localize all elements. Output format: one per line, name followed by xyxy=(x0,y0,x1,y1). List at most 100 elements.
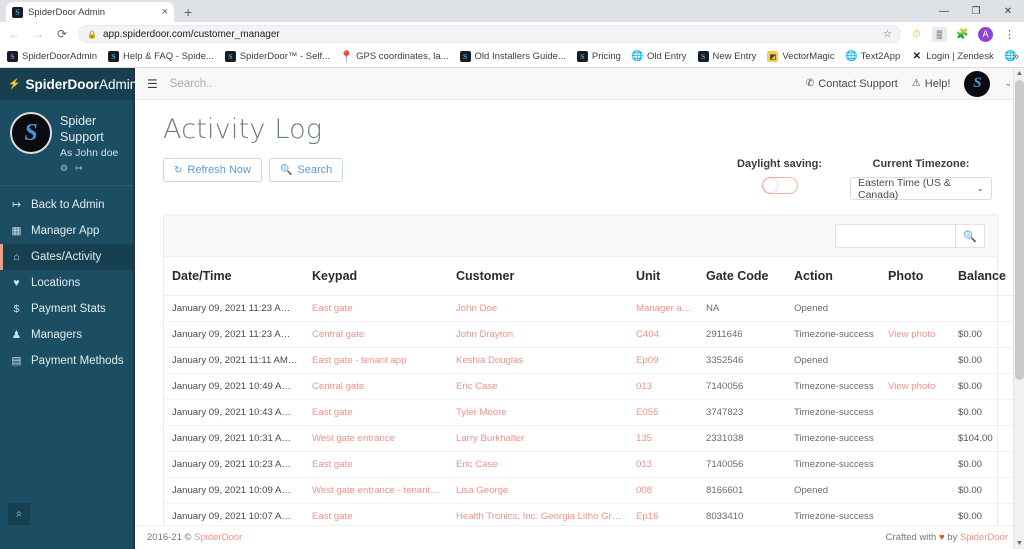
cell-customer[interactable]: John Drayton xyxy=(448,321,628,348)
column-header-action[interactable]: Action xyxy=(786,257,880,296)
address-bar[interactable]: 🔒 app.spiderdoor.com/customer_manager ☆ xyxy=(78,25,901,43)
header-avatar[interactable]: S xyxy=(964,70,991,97)
cell-photo[interactable] xyxy=(880,347,950,374)
qr-extension-icon[interactable]: ▒ xyxy=(932,26,947,42)
cell-keypad[interactable]: East gate xyxy=(304,295,448,322)
cell-unit[interactable]: 135 xyxy=(628,425,698,452)
bookmark-item[interactable]: S Help & FAQ - Spide... xyxy=(107,51,214,62)
table-row[interactable]: January 09, 2021 10:07 AM EST East gate … xyxy=(164,503,1016,525)
logout-icon[interactable]: ↦ xyxy=(75,163,83,174)
cell-unit[interactable]: Ep09 xyxy=(628,347,698,374)
footer-brand-link[interactable]: SpiderDoor xyxy=(194,532,242,543)
cell-unit[interactable]: 013 xyxy=(628,373,698,400)
bookmark-item[interactable]: S SpiderDoorAdmin xyxy=(7,51,97,62)
bookmarks-overflow-icon[interactable]: » xyxy=(1013,51,1019,63)
sidebar-item-locations[interactable]: ♥ Locations xyxy=(0,270,133,296)
cell-customer[interactable]: Tyler Moore xyxy=(448,399,628,426)
gear-icon[interactable]: ⚙ xyxy=(60,163,68,174)
table-row[interactable]: January 09, 2021 10:31 AM EST West gate … xyxy=(164,425,1016,452)
bookmark-item[interactable]: 📍 GPS coordinates, la... xyxy=(340,51,449,63)
bookmark-item[interactable]: 🌐 Old Entry xyxy=(631,51,686,62)
bookmark-star-icon[interactable]: ☆ xyxy=(883,29,892,40)
cell-photo[interactable] xyxy=(880,451,950,478)
cell-customer[interactable]: Keshia Douglas xyxy=(448,347,628,374)
contact-support-link[interactable]: ✆ Contact Support xyxy=(806,78,898,90)
browser-menu-icon[interactable]: ⋮ xyxy=(1001,28,1018,41)
cell-photo[interactable]: View photo xyxy=(880,373,950,400)
column-header-unit[interactable]: Unit xyxy=(628,257,698,296)
column-header-customer[interactable]: Customer xyxy=(448,257,628,296)
bookmark-item[interactable]: ✕ Login | Zendesk xyxy=(911,51,994,62)
sidebar-item-payment-stats[interactable]: $ Payment Stats xyxy=(0,296,133,322)
cell-unit[interactable]: 013 xyxy=(628,451,698,478)
column-header-photo[interactable]: Photo xyxy=(880,257,950,296)
browser-profile-avatar[interactable]: A xyxy=(978,26,993,42)
daylight-saving-toggle[interactable] xyxy=(761,177,798,194)
app-brand[interactable]: ⚡ SpiderDoorAdmin xyxy=(0,68,137,100)
scroll-up-arrow-icon[interactable]: ▲ xyxy=(1014,68,1024,79)
clock-extension-icon[interactable]: ⏱ xyxy=(909,27,924,42)
sidebar-item-manager-app[interactable]: ▦ Manager App xyxy=(0,218,133,244)
table-row[interactable]: January 09, 2021 10:09 AM EST West gate … xyxy=(164,477,1016,504)
table-row[interactable]: January 09, 2021 10:49 AM EST Central ga… xyxy=(164,373,1016,400)
back-icon[interactable]: ← xyxy=(6,27,22,41)
scroll-to-top-button[interactable]: « xyxy=(8,503,30,525)
close-window-icon[interactable]: ✕ xyxy=(992,0,1024,22)
close-tab-icon[interactable]: × xyxy=(162,6,168,18)
cell-keypad[interactable]: West gate entrance - tenant app xyxy=(304,477,448,504)
cell-customer[interactable]: Larry Burkhalter xyxy=(448,425,628,452)
cell-customer[interactable]: Eric Case xyxy=(448,451,628,478)
cell-photo[interactable]: View photo xyxy=(880,321,950,348)
cell-unit[interactable]: 008 xyxy=(628,477,698,504)
bookmark-item[interactable]: ◩ VectorMagic xyxy=(767,51,835,62)
header-search-input[interactable]: Search.. xyxy=(170,78,794,90)
timezone-select[interactable]: Eastern Time (US & Canada) ⌄ xyxy=(850,177,992,201)
cell-customer[interactable]: Eric Case xyxy=(448,373,628,400)
cell-photo[interactable] xyxy=(880,503,950,525)
minimize-icon[interactable]: — xyxy=(928,0,960,22)
table-row[interactable]: January 09, 2021 11:23 AM EST East gate … xyxy=(164,295,1016,322)
cell-keypad[interactable]: Central gate xyxy=(304,321,448,348)
sidebar-item-payment-methods[interactable]: ▤ Payment Methods xyxy=(0,348,133,374)
search-button[interactable]: 🔍 Search xyxy=(268,158,344,182)
cell-keypad[interactable]: East gate - tenant app xyxy=(304,347,448,374)
cell-keypad[interactable]: West gate entrance xyxy=(304,425,448,452)
cell-photo[interactable] xyxy=(880,477,950,504)
scrollbar-thumb[interactable] xyxy=(1015,80,1024,380)
refresh-now-button[interactable]: ↻ Refresh Now xyxy=(163,158,262,182)
maximize-icon[interactable]: ❐ xyxy=(960,0,992,22)
help-link[interactable]: ⚠ Help! xyxy=(912,78,951,90)
bookmark-item[interactable]: S New Entry xyxy=(697,51,756,62)
cell-customer[interactable]: Health Tronics, Inc. Georgia Litho Group xyxy=(448,503,628,525)
bookmark-item[interactable]: S Pricing xyxy=(576,51,621,62)
cell-keypad[interactable]: East gate xyxy=(304,399,448,426)
cell-keypad[interactable]: Central gate xyxy=(304,373,448,400)
cell-customer[interactable]: John Doe xyxy=(448,295,628,322)
hamburger-icon[interactable]: ☰ xyxy=(147,77,158,91)
cell-customer[interactable]: Lisa George xyxy=(448,477,628,504)
table-search-input[interactable] xyxy=(835,224,955,248)
cell-unit[interactable]: Ep16 xyxy=(628,503,698,525)
table-row[interactable]: January 09, 2021 10:43 AM EST East gate … xyxy=(164,399,1016,426)
cell-unit[interactable]: Manager app xyxy=(628,295,698,322)
footer-brand-link-right[interactable]: SpiderDoor xyxy=(960,532,1008,543)
cell-unit[interactable]: C404 xyxy=(628,321,698,348)
sidebar-item-managers[interactable]: ♟ Managers xyxy=(0,322,133,348)
forward-icon[interactable]: → xyxy=(30,27,46,41)
table-search-submit-button[interactable]: 🔍 xyxy=(955,224,985,248)
table-row[interactable]: January 09, 2021 10:23 AM EST East gate … xyxy=(164,451,1016,478)
cell-photo[interactable] xyxy=(880,295,950,322)
view-photo-link[interactable]: View photo xyxy=(888,329,935,340)
column-header-datetime[interactable]: Date/Time xyxy=(164,257,304,296)
sidebar-item-gates-activity[interactable]: ⌂ Gates/Activity xyxy=(0,243,133,270)
bookmark-item[interactable]: 🌐 Text2App xyxy=(845,51,900,62)
sidebar-item-back-to-admin[interactable]: ↦ Back to Admin xyxy=(0,192,133,218)
reload-icon[interactable]: ⟳ xyxy=(54,27,70,41)
page-scrollbar[interactable]: ▲ ▼ xyxy=(1013,68,1024,549)
cell-unit[interactable]: E055 xyxy=(628,399,698,426)
cell-photo[interactable] xyxy=(880,399,950,426)
new-tab-button[interactable]: + xyxy=(184,4,192,20)
chevron-down-icon[interactable]: ⌄ xyxy=(1004,78,1012,89)
cell-keypad[interactable]: East gate xyxy=(304,451,448,478)
browser-tab[interactable]: S SpiderDoor Admin × xyxy=(6,2,174,22)
